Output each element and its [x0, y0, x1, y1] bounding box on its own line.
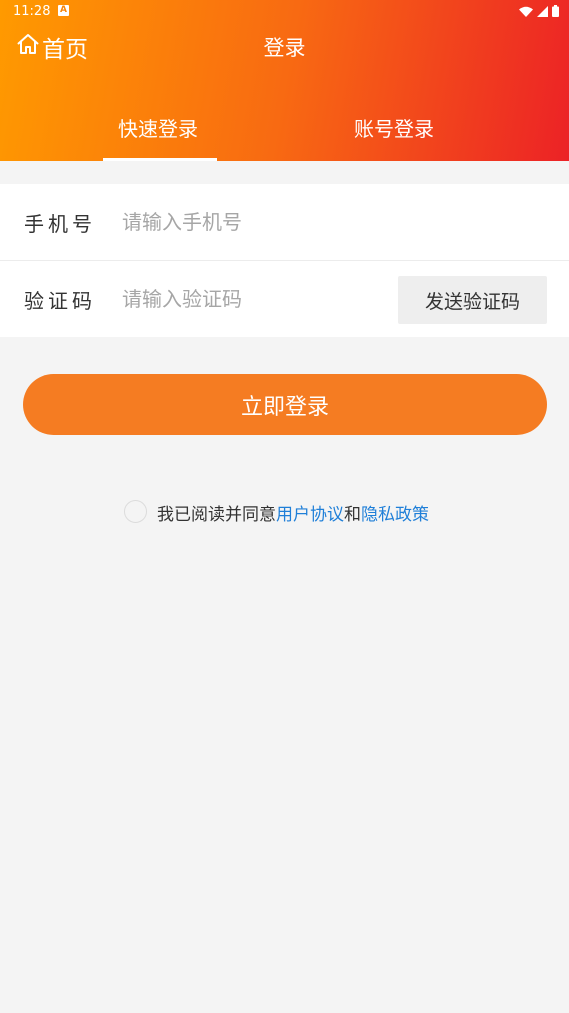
privacy-policy-link[interactable]: 隐私政策 [361, 505, 429, 525]
login-form: 手机号 验证码 发送验证码 [0, 184, 569, 337]
active-tab-indicator [103, 158, 217, 161]
tab-quick-login[interactable]: 快速登录 [118, 113, 198, 142]
phone-label: 手机号 [24, 211, 96, 236]
phone-input[interactable] [122, 210, 372, 234]
code-label: 验证码 [24, 288, 96, 313]
code-row: 验证码 发送验证码 [0, 260, 569, 337]
agreement: 我已阅读并同意用户协议和隐私政策 [0, 498, 569, 526]
user-agreement-link[interactable]: 用户协议 [276, 505, 344, 525]
code-input[interactable] [122, 287, 372, 311]
phone-row: 手机号 [0, 184, 569, 260]
agreement-text: 我已阅读并同意用户协议和隐私政策 [157, 500, 429, 525]
status-icons [519, 5, 559, 17]
agreement-prefix: 我已阅读并同意 [157, 505, 276, 525]
send-code-button[interactable]: 发送验证码 [398, 276, 547, 324]
battery-icon [552, 5, 559, 17]
tab-account-login[interactable]: 账号登录 [354, 113, 434, 142]
login-tabs: 快速登录 账号登录 [0, 105, 569, 161]
login-button[interactable]: 立即登录 [23, 374, 547, 435]
header: 11:28 A 首页 登录 快速登录 账号登录 [0, 0, 569, 161]
status-bar: 11:28 A [0, 0, 569, 24]
home-label: 首页 [42, 37, 88, 63]
signal-icon [537, 5, 548, 17]
home-icon [16, 32, 40, 62]
agree-checkbox[interactable] [124, 500, 147, 523]
wifi-icon [519, 6, 533, 17]
home-button[interactable]: 首页 [16, 32, 88, 63]
status-time: 11:28 [13, 4, 51, 19]
agreement-conjunction: 和 [344, 505, 361, 525]
notification-a-icon: A [58, 5, 69, 16]
